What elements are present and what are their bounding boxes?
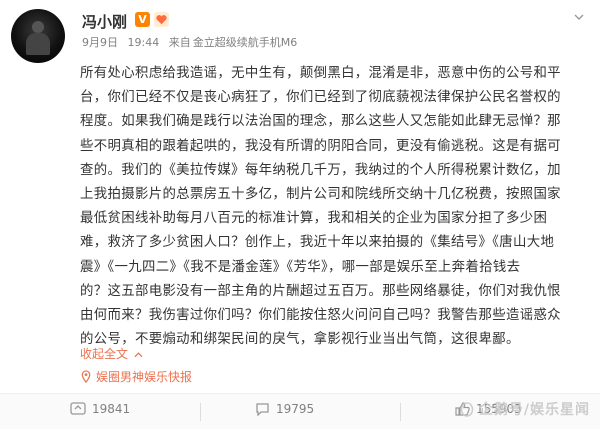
post-line: 所有处心积虑给我造谣，无中生有，颠倒黑白，混淆是非，恶意中伤的公号和平 — [80, 66, 561, 81]
post-line: 程度。如果我们确是践行以法治国的理念，那么这些人又怎能如此肆无忌惮？那 — [80, 114, 561, 130]
author-name[interactable]: 冯小刚 — [82, 11, 127, 32]
post-line: 上我拍摄影片的总票房五十多亿，制片公司和院线所交纳十几亿税费，按照国家 — [80, 187, 561, 203]
repost-count: 19841 — [92, 402, 131, 416]
post-line: 些不明真相的跟着起哄的，我没有所谓的阴阳合同，更没有偷逃税。这是有据可 — [80, 138, 561, 154]
watermark: 企鹅号/娱乐星闻 — [459, 399, 590, 419]
post-line: 的公号，不要煽动和绑架民间的戾气，拿影视行业当出气筒，这很卑鄙。 — [80, 332, 520, 348]
post-meta: 9月9日 19:44 来自 金立超级续航手机M6 — [82, 34, 303, 50]
collapse-full-text-link[interactable]: 收起全文 — [80, 345, 143, 362]
collapse-label: 收起全文 — [80, 347, 129, 361]
post-line: 的？这五部电影没有一部主角的片酬超过五百万。那些网络暴徒，你们对我仇恨 — [80, 283, 561, 299]
avatar-figure-body — [26, 33, 50, 55]
divider — [400, 403, 401, 421]
post-device[interactable]: 金立超级续航手机M6 — [193, 36, 298, 49]
post-line: 查的。我们的《美拉传媒》每年纳税几千万，我纳过的个人所得税累计数亿，加 — [80, 162, 561, 178]
watermark-text: 企鹅号/娱乐星闻 — [478, 402, 590, 418]
avatar-figure-head — [32, 21, 44, 33]
avatar[interactable] — [11, 9, 65, 63]
vip-badge-icon: V — [135, 12, 150, 27]
comment-count: 19795 — [276, 402, 315, 416]
chevron-up-icon — [134, 351, 143, 357]
post-line: 由何而来？我伤害过你们吗？你们能按住怒火问问自己吗？我警告那些造谣惑众 — [80, 308, 561, 324]
penguin-logo-icon — [460, 402, 474, 417]
post-source-prefix: 来自 — [168, 36, 191, 49]
repost-button[interactable]: 19841 — [70, 402, 130, 416]
post-body: 所有处心积虑给我造谣，无中生有，颠倒黑白，混淆是非，恶意中伤的公号和平 台，你们… — [80, 62, 588, 352]
post-time[interactable]: 19:44 — [128, 36, 160, 49]
chevron-down-icon[interactable] — [574, 12, 584, 22]
post-line: 震》《一九四二》《我不是潘金莲》《芳华》，哪一部是娱乐至上奔着拾钱去 — [80, 259, 521, 275]
post-line: 台，你们已经不仅是丧心病狂了，你们已经到了彻底藐视法律保护公民名誉权的 — [80, 90, 561, 106]
source-tag-label: 娱圈男神娱乐快报 — [96, 370, 193, 384]
comment-button[interactable]: 19795 — [255, 402, 314, 416]
divider — [200, 403, 201, 421]
repost-icon — [70, 402, 86, 415]
source-tag[interactable]: 娱圈男神娱乐快报 — [80, 368, 192, 385]
comment-icon — [256, 403, 269, 416]
post-line: 最低贫困线补助每月八百元的标准计算，我和相关的企业为国家分担了多少困 — [80, 211, 548, 227]
heart-badge-icon — [154, 12, 169, 27]
post-date[interactable]: 9月9日 — [82, 36, 118, 49]
location-pin-icon — [81, 370, 91, 383]
post-line: 难，救济了多少贫困人口？创作上，我近十年以来拍摄的《集结号》《唐山大地 — [80, 235, 555, 251]
